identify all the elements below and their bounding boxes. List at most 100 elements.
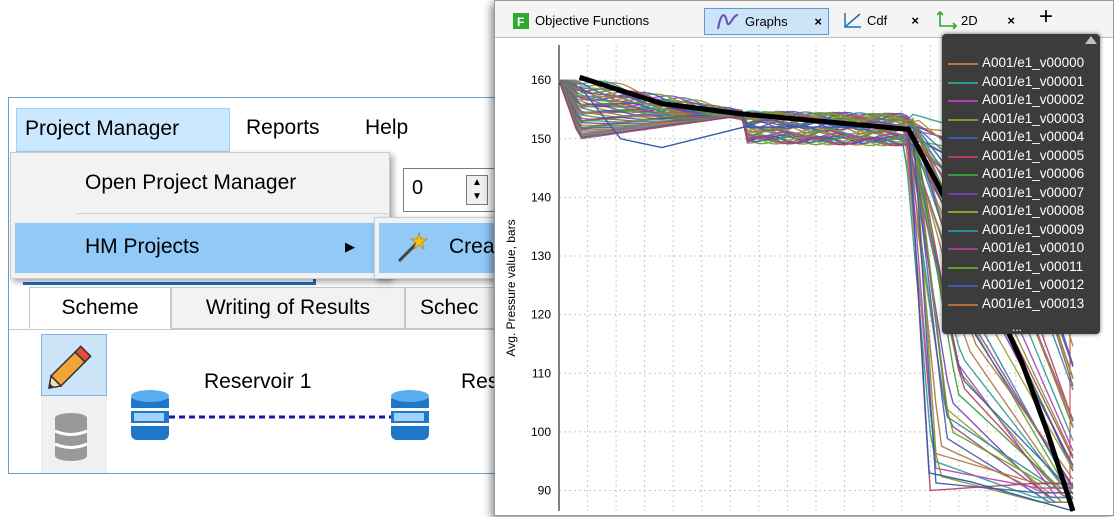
project-manager-dropdown: Open Project Manager HM Projects ▶ — [10, 152, 390, 279]
number-stepper[interactable]: 0 ▲ ▼ — [403, 168, 495, 212]
legend-label: A001/e1_v00000 — [982, 55, 1085, 70]
reservoir2-label: Res — [461, 370, 499, 393]
legend-label: A001/e1_v00006 — [982, 166, 1085, 181]
tab-2d[interactable]: 2D × — [931, 8, 1021, 35]
tab-objective-functions[interactable]: F Objective Functions — [505, 8, 700, 35]
legend-swatch — [948, 285, 978, 287]
legend-item[interactable]: A001/e1_v00012 — [942, 276, 1100, 294]
legend-swatch — [948, 192, 978, 195]
menu-project-manager[interactable]: Project Manager — [16, 108, 230, 152]
svg-text:F: F — [517, 15, 524, 29]
legend-item[interactable]: A001/e1_v00009 — [942, 221, 1100, 239]
menu-separator — [77, 213, 387, 214]
y-axis-label: Avg. Pressure value, bars — [504, 219, 518, 356]
tab-2d-label: 2D — [961, 13, 978, 28]
legend-item[interactable]: A001/e1_v00000 — [942, 54, 1100, 72]
menu-help[interactable]: Help — [357, 108, 416, 152]
tab-schedule[interactable]: Schec — [405, 287, 506, 329]
legend-more-indicator: ... — [1012, 320, 1023, 334]
menu-open-project-manager[interactable]: Open Project Manager — [15, 159, 385, 209]
reservoir1-label: Reservoir 1 — [204, 370, 312, 393]
tab-cdf-close-icon[interactable]: × — [911, 8, 919, 33]
legend-swatch — [948, 303, 978, 306]
legend-item[interactable]: A001/e1_v00013 — [942, 295, 1100, 313]
tab-2d-close-icon[interactable]: × — [1007, 8, 1015, 33]
y-tick-label: 150 — [531, 132, 551, 146]
y-tick-label: 120 — [531, 308, 551, 322]
tab-cdf[interactable]: Cdf × — [837, 8, 925, 35]
legend-swatch — [948, 174, 978, 176]
legend-item[interactable]: A001/e1_v00006 — [942, 165, 1100, 183]
database-grey-icon — [54, 413, 88, 461]
legend-swatch — [948, 229, 978, 232]
spin-up-icon[interactable]: ▲ — [467, 176, 487, 190]
y-tick-label: 140 — [531, 190, 551, 204]
legend-swatch — [948, 81, 978, 84]
legend-label: A001/e1_v00005 — [982, 147, 1085, 163]
spin-buttons[interactable]: ▲ ▼ — [466, 175, 488, 205]
legend-label: A001/e1_v00001 — [982, 73, 1085, 89]
tab-writing-of-results[interactable]: Writing of Results — [171, 287, 405, 329]
add-tab-button[interactable]: + — [1033, 5, 1063, 33]
tab-graphs-close-icon[interactable]: × — [814, 9, 822, 34]
legend-item[interactable]: A001/e1_v00003 — [942, 110, 1100, 128]
menu-create-label: Crea — [449, 235, 495, 258]
legend-swatch — [948, 266, 978, 269]
legend-item[interactable]: A001/e1_v00007 — [942, 184, 1100, 202]
pencil-tool-button[interactable] — [41, 334, 107, 396]
legend-label: A001/e1_v00011 — [982, 258, 1084, 274]
menu-reports[interactable]: Reports — [238, 108, 328, 152]
legend-label: A001/e1_v00012 — [982, 277, 1085, 292]
legend-item[interactable]: A001/e1_v00001 — [942, 73, 1100, 91]
legend-swatch — [948, 211, 978, 213]
legend-label: A001/e1_v00002 — [982, 92, 1085, 107]
legend-label: A001/e1_v00009 — [982, 221, 1085, 237]
database-tool-button[interactable] — [49, 408, 99, 466]
legend-label: A001/e1_v00008 — [982, 203, 1085, 218]
menubar: Project Manager Reports Help — [9, 98, 506, 156]
tab-graphs[interactable]: Graphs × — [704, 8, 829, 35]
legend-swatch — [948, 118, 978, 121]
legend-swatch — [948, 137, 978, 139]
y-tick-label: 110 — [532, 366, 551, 380]
tab-bar: Scheme Writing of Results Schec — [9, 283, 506, 330]
reservoir2-database-icon[interactable] — [391, 390, 429, 440]
menu-hm-projects-label: HM Projects — [85, 235, 200, 258]
legend-item[interactable]: A001/e1_v00002 — [942, 91, 1100, 109]
legend-label: A001/e1_v00003 — [982, 110, 1085, 126]
legend-swatch — [948, 63, 978, 65]
objective-f-icon: F — [513, 13, 529, 29]
menu-hm-projects[interactable]: HM Projects ▶ — [15, 223, 385, 273]
legend-label: A001/e1_v00010 — [982, 240, 1085, 255]
legend-collapse-icon[interactable] — [1085, 36, 1097, 44]
pencil-icon — [48, 345, 92, 389]
legend-item[interactable]: A001/e1_v00008 — [942, 202, 1100, 220]
legend-item[interactable]: A001/e1_v00004 — [942, 128, 1100, 146]
legend-item[interactable]: A001/e1_v00011 — [942, 258, 1100, 276]
tab-objective-functions-label: Objective Functions — [535, 13, 650, 28]
cdf-icon — [844, 13, 861, 28]
legend-item[interactable]: A001/e1_v00010 — [942, 239, 1100, 257]
legend-item[interactable]: A001/e1_v00005 — [942, 147, 1100, 165]
y-tick-label: 100 — [531, 425, 551, 439]
tab-graphs-label: Graphs — [745, 14, 788, 29]
axes-2d-icon — [937, 11, 957, 29]
spin-down-icon[interactable]: ▼ — [467, 190, 487, 204]
reservoir1-database-icon[interactable] — [131, 390, 169, 440]
graph-tab-bar: F Objective Functions Graphs × Cdf × 2D … — [495, 1, 1113, 38]
tab-scheme[interactable]: Scheme — [29, 287, 171, 329]
legend-label: A001/e1_v00007 — [982, 184, 1085, 200]
submenu-arrow-icon: ▶ — [345, 239, 355, 254]
legend-label: A001/e1_v00013 — [982, 295, 1085, 311]
scheme-connection — [131, 390, 429, 440]
number-stepper-value: 0 — [412, 177, 424, 199]
legend-swatch — [948, 100, 978, 102]
legend-swatch — [948, 155, 978, 158]
legend-label: A001/e1_v00004 — [982, 129, 1085, 144]
y-tick-label: 90 — [538, 483, 552, 497]
y-tick-label: 130 — [531, 249, 551, 263]
y-tick-label: 160 — [531, 73, 551, 87]
tab-cdf-label: Cdf — [867, 13, 888, 28]
chart-legend: ... A001/e1_v00000 A001/e1_v00001 A001/e1_… — [942, 34, 1100, 334]
graphs-curve-icon — [717, 14, 739, 30]
